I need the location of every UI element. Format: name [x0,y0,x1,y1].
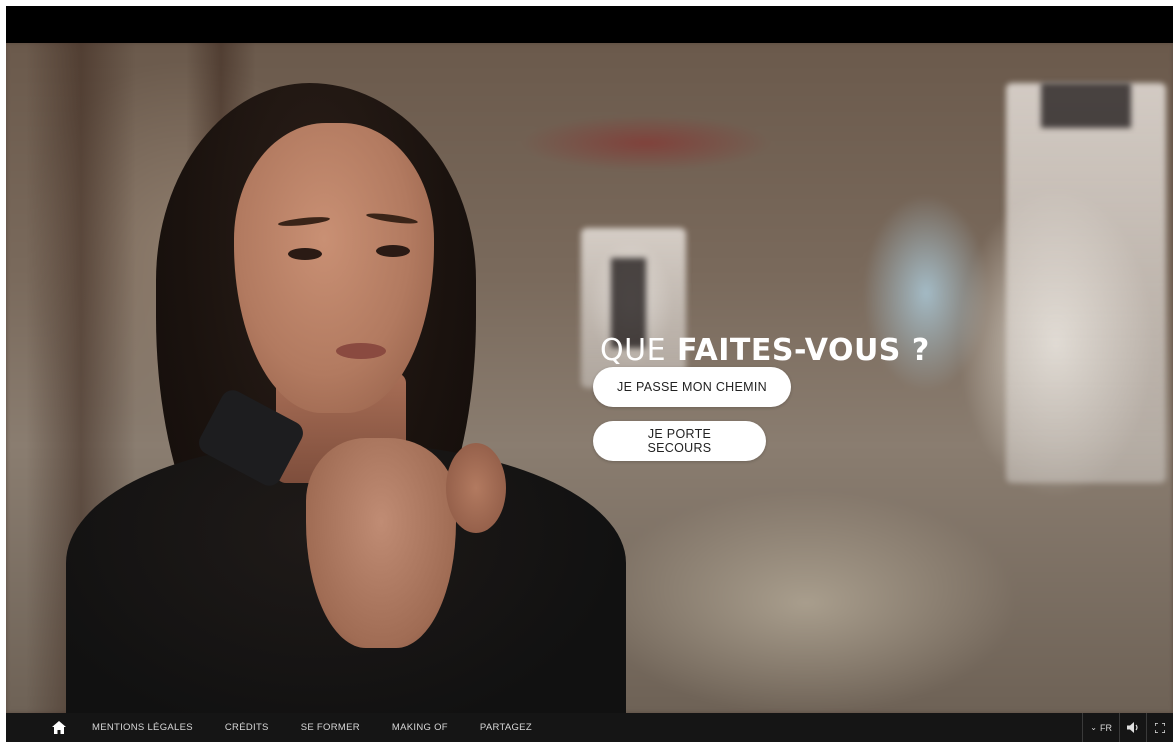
nav-se-former[interactable]: SE FORMER [301,722,360,733]
choice-pass-by-button[interactable]: JE PASSE MON CHEMIN [593,367,791,407]
lips [336,343,386,359]
language-value: FR [1100,722,1112,733]
fullscreen-icon [1155,722,1165,733]
sound-button[interactable] [1120,713,1146,742]
woman-figure [6,43,1173,713]
right-hand [446,443,506,533]
question-prefix: QUE [600,333,667,368]
video-frame: QUE FAITES-VOUS ? JE PASSE MON CHEMIN JE… [6,43,1173,713]
chevron-down-icon: ⌄ [1090,723,1097,732]
home-button[interactable] [48,717,70,739]
question-emphasis: FAITES-VOUS ? [676,333,930,368]
nav-making-of[interactable]: MAKING OF [392,722,448,733]
nav-credits[interactable]: CRÉDITS [225,722,269,733]
hand [306,438,456,648]
nav-mentions-legales[interactable]: MENTIONS LÉGALES [92,722,193,733]
home-icon [52,721,66,734]
language-select[interactable]: ⌄ FR [1083,723,1119,733]
player-controls: ⌄ FR [1082,713,1173,742]
speaker-icon [1127,722,1138,733]
nav-partagez[interactable]: PARTAGEZ [480,722,532,733]
video-player: QUE FAITES-VOUS ? JE PASSE MON CHEMIN JE… [6,6,1173,742]
footer-bar: MENTIONS LÉGALES CRÉDITS SE FORMER MAKIN… [6,713,1173,742]
fullscreen-button[interactable] [1147,713,1173,742]
letterbox-top [6,6,1173,43]
right-eye [376,245,410,257]
choice-help-button[interactable]: JE PORTE SECOURS [593,421,766,461]
face [234,123,434,413]
left-eye [288,248,322,260]
question-title: QUE FAITES-VOUS ? [600,333,930,368]
